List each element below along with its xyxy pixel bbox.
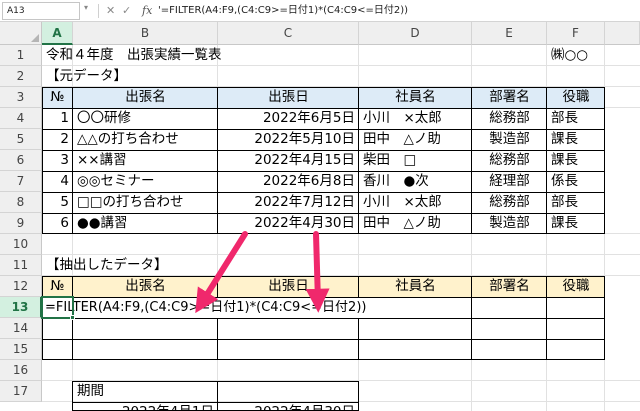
- name-box-dropdown-icon[interactable]: ▾: [84, 3, 88, 12]
- name-box[interactable]: A13: [2, 2, 80, 20]
- formula-bar: A13 ▾ ✕ ✓ fx '=FILTER(A4:F9,(C4:C9>=日付1)…: [0, 0, 640, 22]
- arrow-to-end-date-condition: [305, 231, 330, 313]
- cancel-icon[interactable]: ✕: [106, 2, 115, 20]
- arrow-to-start-date-condition: [195, 231, 248, 314]
- formula-bar-separator: [98, 4, 99, 18]
- insert-function-icon[interactable]: fx: [142, 2, 152, 20]
- spreadsheet-grid[interactable]: A B C D E F 1 2 3 4 5 6 7 8 9 10 11 12 1…: [0, 22, 640, 411]
- annotation-arrows: [195, 231, 330, 314]
- formula-input[interactable]: '=FILTER(A4:F9,(C4:C9>=日付1)*(C4:C9<=日付2)…: [158, 2, 408, 20]
- enter-icon[interactable]: ✓: [122, 2, 131, 20]
